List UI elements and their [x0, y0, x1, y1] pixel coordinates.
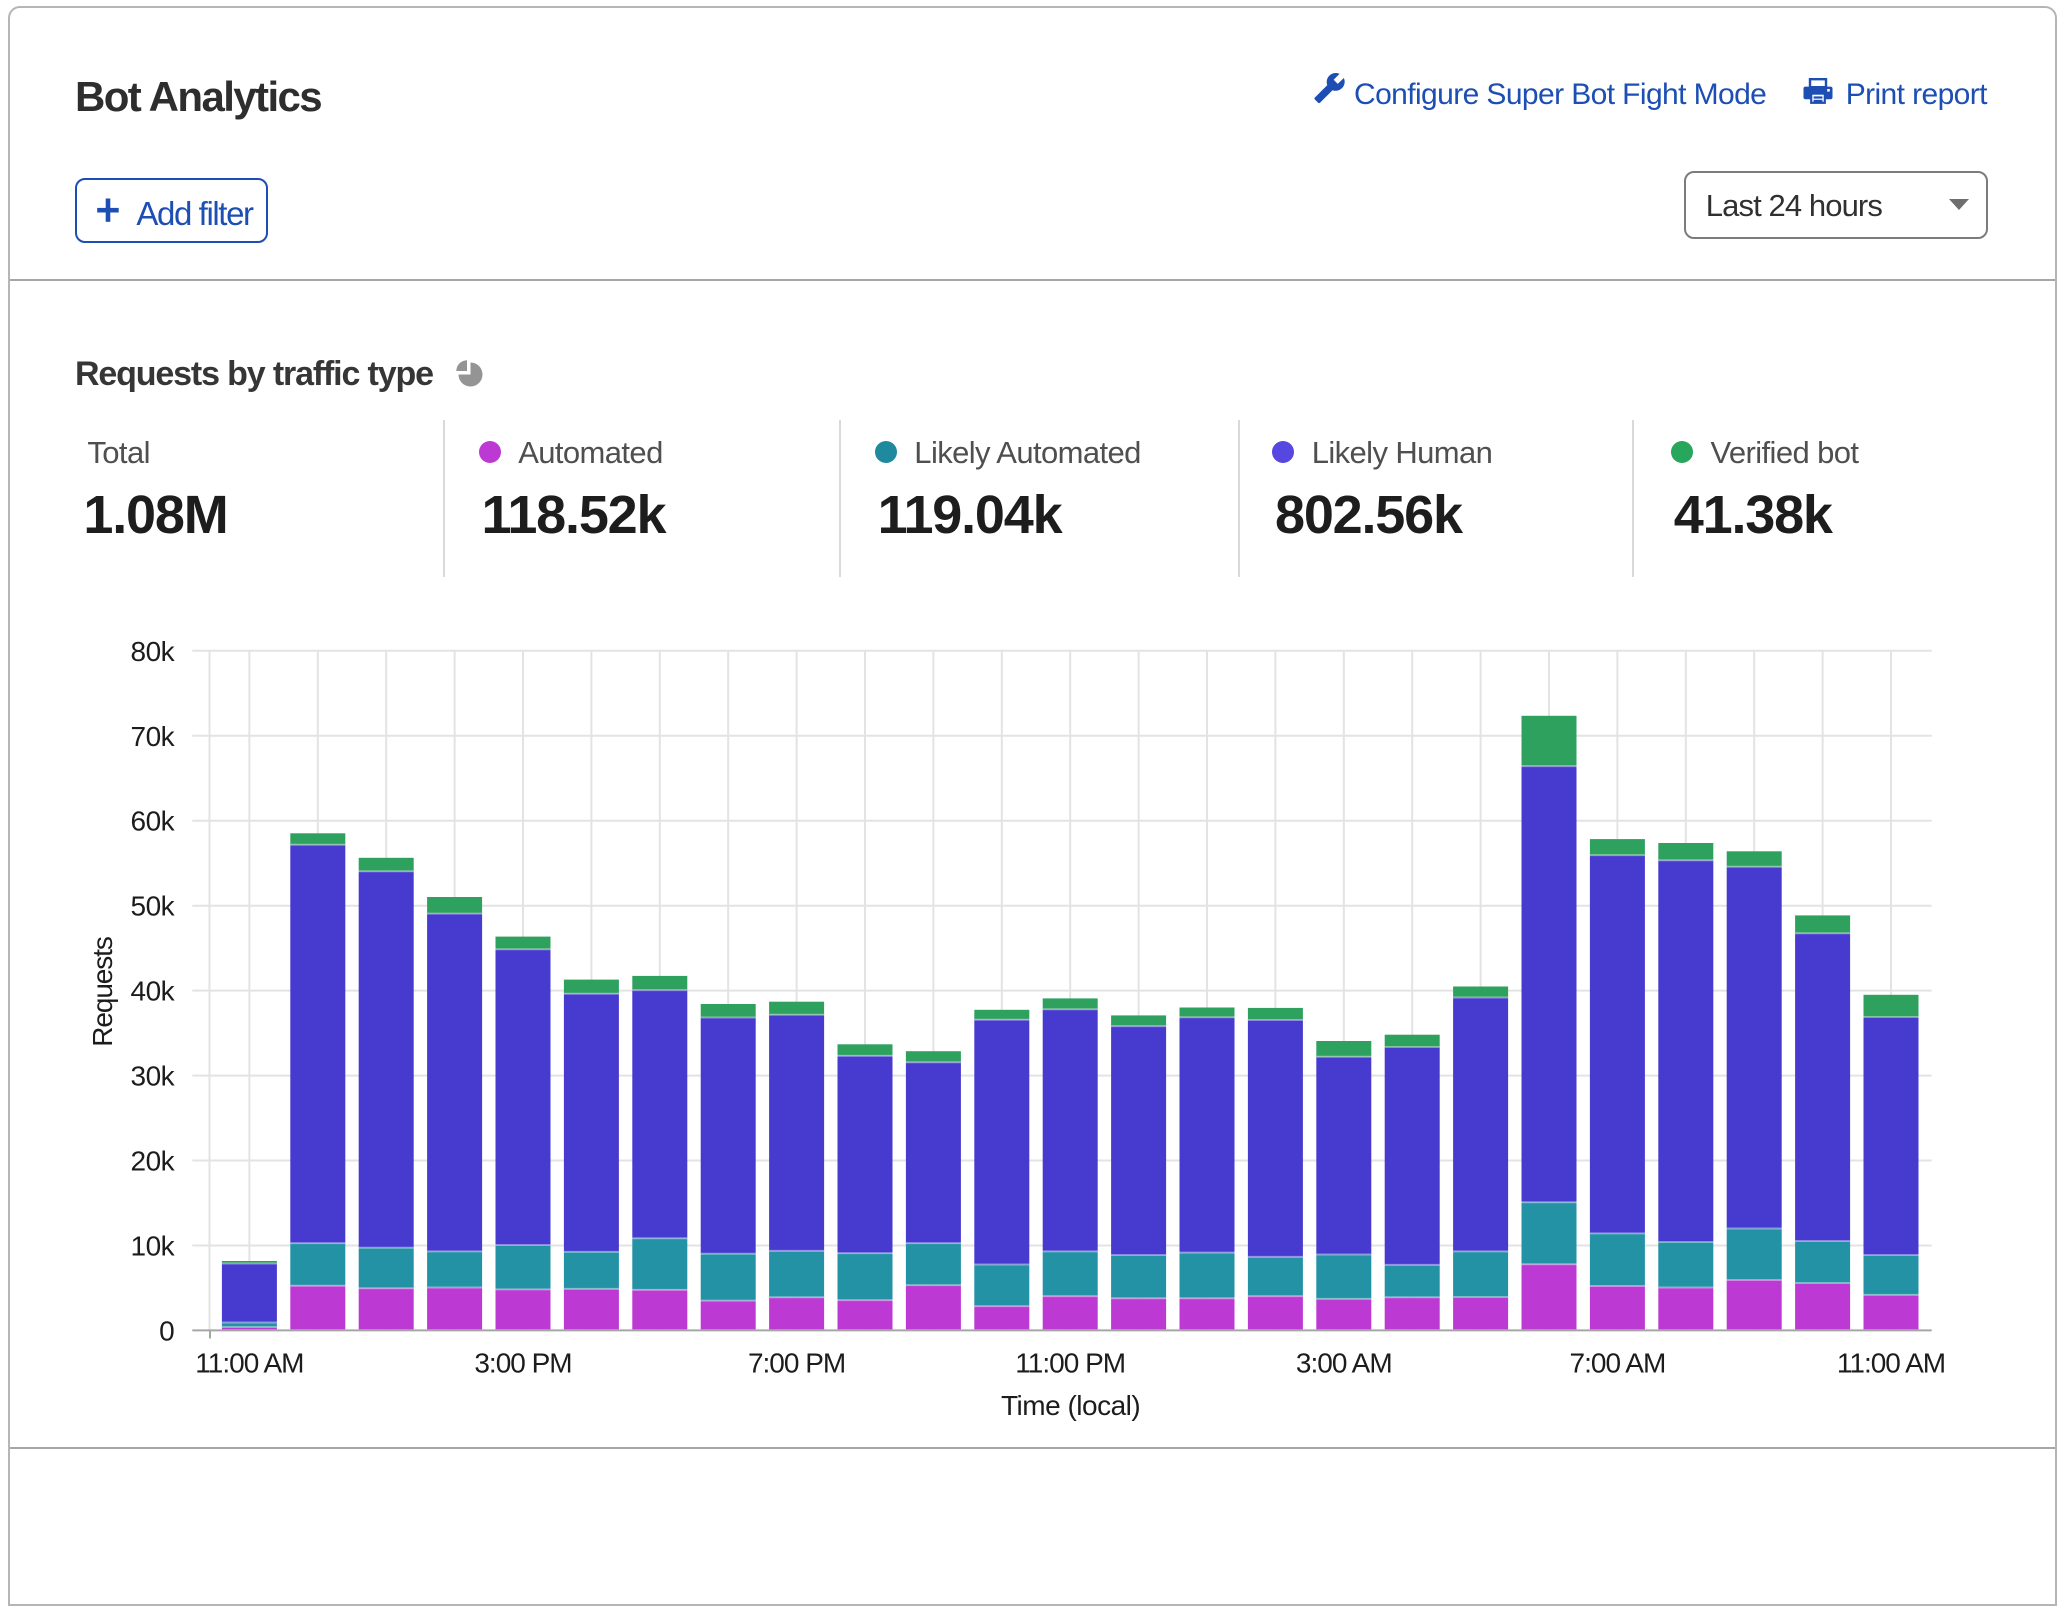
- svg-text:11:00 PM: 11:00 PM: [1015, 1347, 1125, 1378]
- svg-text:0: 0: [159, 1315, 174, 1346]
- svg-text:70k: 70k: [131, 721, 176, 752]
- svg-text:Requests: Requests: [87, 937, 118, 1047]
- svg-text:Time (local): Time (local): [1001, 1390, 1140, 1421]
- svg-text:3:00 AM: 3:00 AM: [1296, 1347, 1392, 1378]
- svg-text:7:00 PM: 7:00 PM: [748, 1347, 845, 1378]
- svg-text:30k: 30k: [131, 1061, 176, 1092]
- svg-text:10k: 10k: [131, 1231, 176, 1262]
- svg-text:40k: 40k: [131, 976, 176, 1007]
- svg-text:20k: 20k: [131, 1146, 176, 1177]
- svg-text:11:00 AM: 11:00 AM: [1837, 1347, 1945, 1378]
- svg-text:7:00 AM: 7:00 AM: [1570, 1347, 1666, 1378]
- svg-text:3:00 PM: 3:00 PM: [474, 1347, 571, 1378]
- svg-text:50k: 50k: [131, 891, 176, 922]
- svg-text:11:00 AM: 11:00 AM: [195, 1347, 303, 1378]
- svg-text:80k: 80k: [131, 636, 176, 667]
- svg-text:60k: 60k: [131, 806, 176, 837]
